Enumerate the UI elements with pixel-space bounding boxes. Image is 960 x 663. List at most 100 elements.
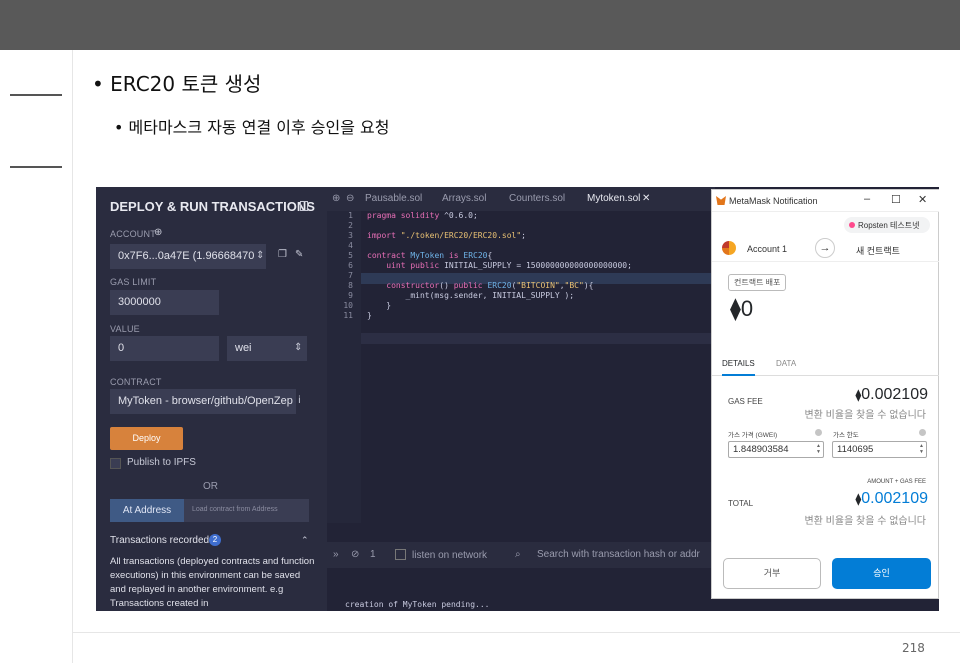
close-icon[interactable]: ✕ — [642, 193, 650, 204]
reject-button[interactable]: 거부 — [723, 558, 821, 589]
gas-price-input[interactable]: 1.848903584 ▲ ▼ — [728, 441, 824, 458]
doc-icon[interactable] — [300, 201, 308, 211]
remix-screenshot: DEPLOY & RUN TRANSACTIONS ACCOUNT ⊕ 0x7F… — [96, 187, 939, 611]
terminal-search-input[interactable]: Search with transaction hash or addr — [537, 549, 700, 560]
amount-value: 0 — [740, 296, 754, 321]
gas-limit-label: 가스 한도 — [833, 432, 859, 439]
line-number: 10 — [343, 301, 353, 310]
stepper-icon[interactable]: ▲ ▼ — [919, 443, 924, 455]
code-editor[interactable]: 1 2 3 4 5 6 7 8 9 10 11 pragma solidity … — [327, 211, 715, 523]
help-icon[interactable] — [919, 429, 926, 436]
details-tabs: DETAILS DATA — [712, 352, 939, 376]
window-title-bar: MetaMask Notification – ☐ ✕ — [712, 190, 939, 212]
listen-checkbox[interactable] — [395, 549, 406, 560]
tab-pausable[interactable]: Pausable.sol — [365, 193, 422, 204]
gas-limit-label: GAS LIMIT — [110, 277, 157, 287]
copy-icon[interactable]: ❐ — [278, 249, 287, 260]
network-name: Ropsten 테스트넷 — [858, 221, 920, 230]
total-value: ⧫0.002109 — [848, 490, 928, 508]
amount-display: ⧫0 — [730, 296, 753, 322]
transactions-recorded-label[interactable]: Transactions recorded — [110, 535, 209, 546]
zoom-in-icon[interactable]: ⊕ — [332, 193, 340, 204]
line-gutter: 1 2 3 4 5 6 7 8 9 10 11 — [327, 211, 361, 523]
network-dot-icon — [849, 222, 855, 228]
line-number: 5 — [348, 251, 353, 260]
code-line: uint public INITIAL_SUPPLY = 15000000000… — [386, 261, 632, 270]
transactions-description: All transactions (deployed contracts and… — [110, 556, 315, 609]
maximize-icon[interactable]: ☐ — [891, 193, 901, 206]
slide-footer-divider — [72, 632, 960, 633]
gas-limit-input[interactable]: 1140695 ▲ ▼ — [832, 441, 927, 458]
editor-tab-bar: ⊕ ⊖ Pausable.sol Arrays.sol Counters.sol… — [327, 187, 715, 211]
line-number: 7 — [348, 271, 353, 280]
slide-divider — [72, 50, 73, 663]
line-number: 9 — [348, 291, 353, 300]
search-icon: ⌕ — [515, 549, 521, 560]
contract-deploy-tag: 컨트랙트 배포 — [728, 274, 787, 291]
terminal-toolbar: » ⊘ 1 listen on network ⌕ Search with tr… — [327, 542, 715, 568]
total-amount: 0.002109 — [861, 490, 928, 507]
code-line: contract MyToken is ERC20{ — [367, 251, 493, 260]
deploy-panel-title: DEPLOY & RUN TRANSACTIONS — [110, 199, 315, 214]
line-number: 8 — [348, 281, 353, 290]
arrow-right-icon: → — [815, 238, 835, 258]
account-row: Account 1 → 새 컨트랙트 — [712, 236, 939, 262]
at-address-button[interactable]: At Address — [110, 499, 184, 522]
conversion-note: 변환 비율을 찾을 수 없습니다 — [804, 410, 926, 421]
chevron-up-icon[interactable]: ⌃ — [301, 535, 309, 546]
contract-select[interactable]: MyToken - browser/github/OpenZep — [110, 389, 296, 414]
plus-circle-icon[interactable]: ⊕ — [154, 227, 162, 238]
code-line: constructor() public ERC20("BITCOIN","BC… — [386, 281, 594, 290]
code-line: _mint(msg.sender, INITIAL_SUPPLY ); — [367, 291, 575, 300]
line-number: 1 — [348, 211, 353, 220]
terminal-output: creation of MyToken pending... — [327, 568, 715, 611]
chevron-double-down-icon[interactable]: » — [333, 549, 339, 560]
close-icon[interactable]: ✕ — [918, 193, 927, 206]
side-decoration-line — [10, 166, 62, 168]
gas-limit-input[interactable]: 3000000 — [110, 290, 219, 315]
pending-count: 1 — [370, 549, 376, 560]
account-label: ACCOUNT — [110, 229, 156, 239]
tab-counters[interactable]: Counters.sol — [509, 193, 565, 204]
line-number: 6 — [348, 261, 353, 270]
eth-icon: ⧫ — [730, 296, 741, 321]
total-label: TOTAL — [728, 499, 754, 508]
tab-mytoken[interactable]: Mytoken.sol — [587, 193, 640, 204]
edit-icon[interactable]: ✎ — [295, 249, 303, 260]
gas-price-label: 가스 가격 (GWEI) — [728, 432, 778, 439]
line-number: 2 — [348, 221, 353, 230]
chevron-updown-icon: ⇕ — [294, 342, 303, 353]
deploy-button[interactable]: Deploy — [110, 427, 183, 450]
code-line: import "./token/ERC20/ERC20.sol"; — [367, 231, 526, 240]
line-number: 4 — [348, 241, 353, 250]
help-icon[interactable] — [815, 429, 822, 436]
minimize-icon[interactable]: – — [864, 193, 870, 205]
value-input[interactable]: 0 — [110, 336, 219, 361]
or-label: OR — [203, 481, 218, 492]
confirm-button[interactable]: 승인 — [832, 558, 931, 589]
deploy-panel: DEPLOY & RUN TRANSACTIONS ACCOUNT ⊕ 0x7F… — [96, 187, 327, 611]
conversion-note: 변환 비율을 찾을 수 없습니다 — [804, 516, 926, 527]
info-icon[interactable]: ⅰ — [298, 395, 301, 406]
gas-fee-value: ⧫0.002109 — [848, 386, 928, 404]
zoom-out-icon[interactable]: ⊖ — [346, 193, 354, 204]
page-number: 218 — [902, 641, 925, 655]
amount-gas-label: AMOUNT + GAS FEE — [867, 479, 926, 485]
tab-arrays[interactable]: Arrays.sol — [442, 193, 486, 204]
line-highlight — [327, 333, 715, 344]
publish-ipfs-checkbox[interactable] — [110, 458, 121, 469]
network-badge[interactable]: Ropsten 테스트넷 — [844, 217, 930, 233]
gas-fee-label: GAS FEE — [728, 397, 763, 406]
metamask-fox-icon — [716, 196, 726, 205]
avatar — [722, 241, 736, 255]
stepper-icon[interactable]: ▲ ▼ — [816, 443, 821, 455]
tab-details[interactable]: DETAILS — [722, 359, 755, 376]
clear-icon[interactable]: ⊘ — [351, 549, 359, 560]
slide-header-bar — [0, 0, 960, 50]
slide-bullet-heading: • ERC20 토큰 생성 — [92, 72, 262, 96]
load-contract-input[interactable]: Load contract from Address — [184, 499, 309, 522]
new-contract-label: 새 컨트랙트 — [856, 246, 900, 256]
chevron-updown-icon: ⇕ — [256, 250, 265, 261]
tab-data[interactable]: DATA — [776, 359, 796, 368]
account-select[interactable]: 0x7F6...0a47E (1.96668470 — [110, 244, 266, 269]
